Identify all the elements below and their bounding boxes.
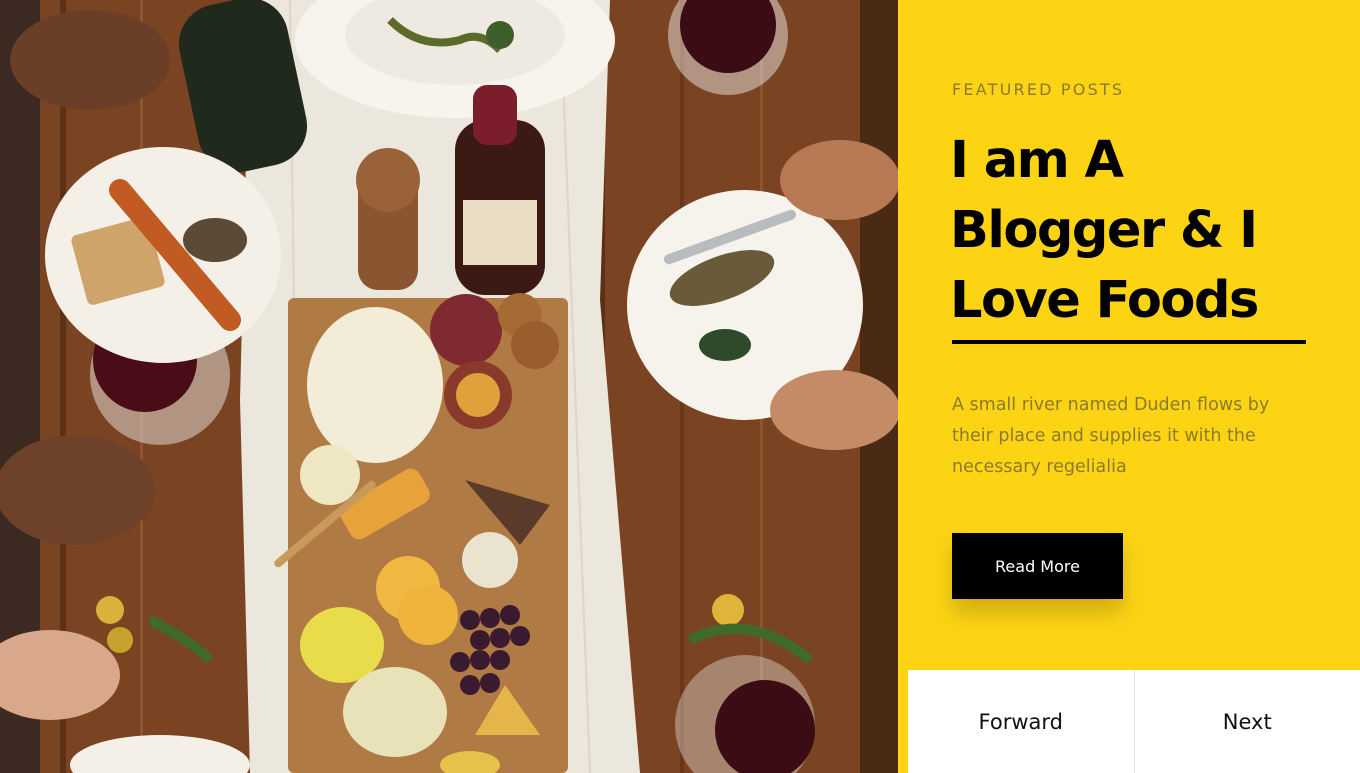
headline-line-1: I am A: [950, 131, 1124, 190]
headline-line-2: Blogger & I: [950, 201, 1258, 260]
headline-underline: [952, 340, 1306, 344]
next-button[interactable]: Next: [1133, 670, 1360, 773]
featured-panel: FEATURED POSTS I am A Blogger & I Love F…: [898, 0, 1360, 773]
featured-headline: I am A Blogger & I Love Foods: [950, 126, 1330, 336]
headline-line-3: Love Foods: [950, 271, 1259, 330]
slider-pager: Forward Next: [908, 670, 1360, 773]
food-table-illustration: [0, 0, 898, 773]
hero-image: [0, 0, 898, 773]
featured-description: A small river named Duden flows by their…: [952, 395, 1270, 477]
forward-button[interactable]: Forward: [908, 670, 1134, 773]
featured-eyebrow: FEATURED POSTS: [952, 80, 1125, 99]
read-more-button[interactable]: Read More: [952, 533, 1123, 599]
